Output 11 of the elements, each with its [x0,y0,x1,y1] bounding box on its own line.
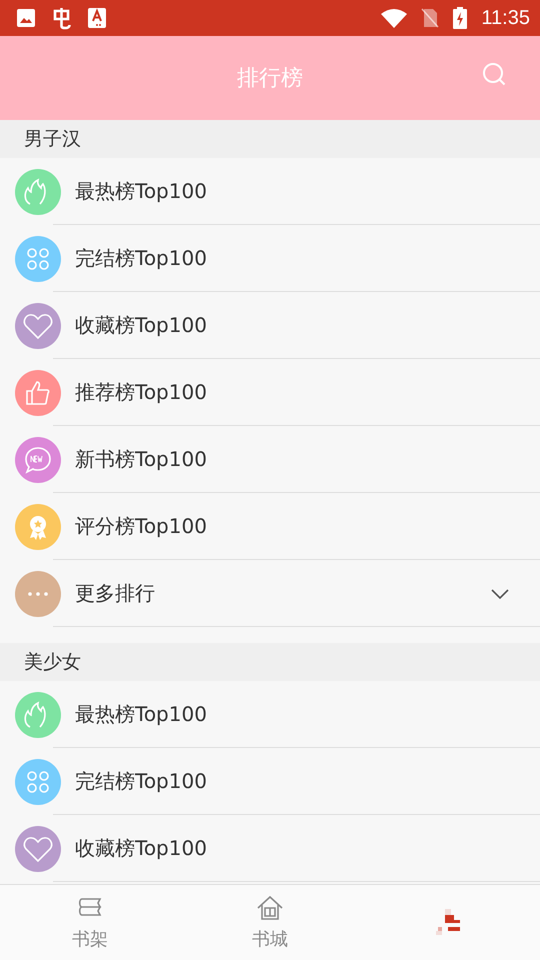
no-sim-icon [421,8,440,28]
house-icon [256,894,284,922]
search-icon[interactable] [482,62,508,88]
status-time: 11:35 [481,6,530,30]
section-header: 男子汉 [0,120,540,158]
section-header: 美少女 [0,643,540,681]
wifi-icon [381,8,408,28]
font-icon [88,8,106,28]
image-icon [16,8,36,28]
page-title: 排行榜 [237,65,303,93]
battery-charging-icon [453,7,468,29]
